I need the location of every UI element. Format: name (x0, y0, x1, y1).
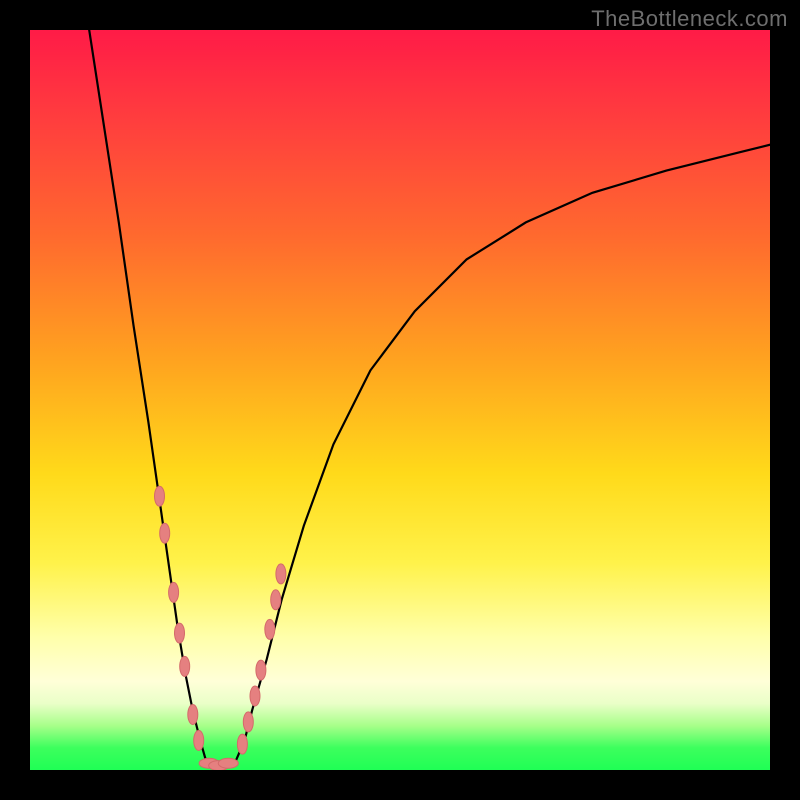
right-branch-markers (237, 564, 286, 754)
data-point (256, 660, 266, 680)
data-point (169, 582, 179, 602)
curve-line (89, 30, 770, 766)
plot-frame (30, 30, 770, 770)
data-point (194, 730, 204, 750)
data-point (276, 564, 286, 584)
data-point (155, 486, 165, 506)
data-point (250, 686, 260, 706)
data-point (175, 623, 185, 643)
bottleneck-curve (89, 30, 770, 766)
data-point (160, 523, 170, 543)
data-point (243, 712, 253, 732)
data-point (188, 705, 198, 725)
valley-floor-markers (199, 758, 238, 770)
data-point (237, 734, 247, 754)
data-point (180, 656, 190, 676)
data-point (271, 590, 281, 610)
watermark-text: TheBottleneck.com (591, 6, 788, 32)
curve-layer (30, 30, 770, 770)
left-branch-markers (155, 486, 204, 750)
data-point (218, 758, 238, 768)
data-point (265, 619, 275, 639)
